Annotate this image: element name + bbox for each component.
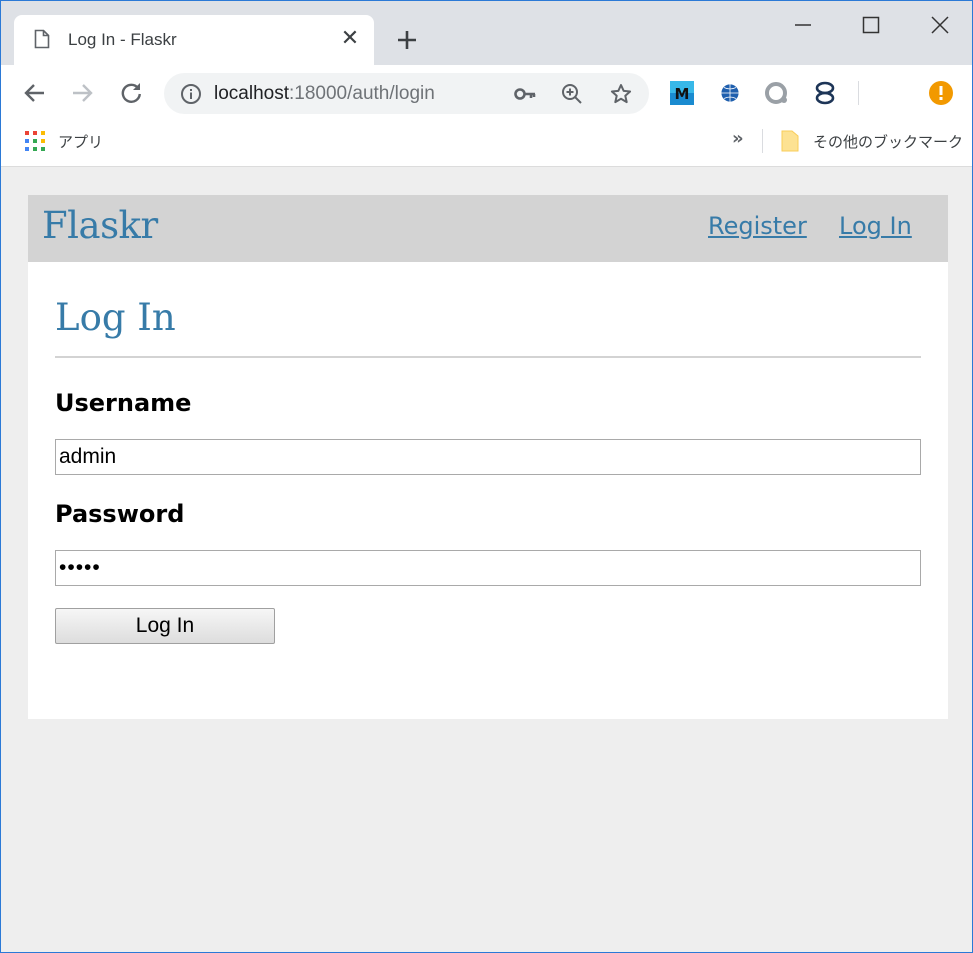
- bookmarks-divider: [762, 129, 763, 153]
- m-extension-icon[interactable]: M: [669, 80, 695, 106]
- register-link[interactable]: Register: [708, 212, 807, 240]
- minimize-icon[interactable]: [789, 11, 817, 39]
- password-label: Password: [55, 500, 185, 528]
- url-text: localhost:18000/auth/login: [214, 83, 435, 105]
- close-icon[interactable]: ✕: [339, 28, 361, 50]
- folder-icon[interactable]: [781, 130, 799, 152]
- login-link[interactable]: Log In: [839, 212, 912, 240]
- tab-title: Log In - Flaskr: [68, 30, 177, 49]
- browser-tab[interactable]: Log In - Flaskr ✕: [14, 15, 374, 65]
- more-bookmarks-icon[interactable]: »: [732, 128, 744, 149]
- header-divider: [55, 356, 921, 358]
- bookmarks-bar: アプリ » その他のブックマーク: [1, 121, 972, 167]
- swirl-extension-icon[interactable]: [764, 80, 790, 106]
- site-brand[interactable]: Flaskr: [42, 204, 158, 247]
- password-input[interactable]: [55, 550, 921, 586]
- username-input[interactable]: [55, 439, 921, 475]
- reload-icon[interactable]: [117, 79, 145, 107]
- info-icon[interactable]: [180, 83, 202, 105]
- login-submit-button[interactable]: Log In: [55, 608, 275, 644]
- plus-icon[interactable]: [393, 26, 421, 54]
- window-close-icon[interactable]: [926, 11, 954, 39]
- tab-strip: Log In - Flaskr ✕: [1, 1, 972, 65]
- url-path: :18000/auth/login: [289, 83, 435, 104]
- svg-text:M: M: [675, 85, 690, 103]
- username-label: Username: [55, 389, 192, 417]
- alert-icon[interactable]: [928, 80, 954, 106]
- apps-bookmark-label[interactable]: アプリ: [58, 131, 103, 152]
- browser-window: Log In - Flaskr ✕ localhost:18000/auth/l…: [0, 0, 973, 953]
- star-icon[interactable]: [609, 82, 633, 106]
- page-viewport: Flaskr Register Log In Log In Username P…: [1, 168, 972, 952]
- url-host: localhost: [214, 83, 289, 104]
- key-icon[interactable]: [513, 82, 537, 106]
- flaskr-page: Flaskr Register Log In Log In Username P…: [28, 195, 948, 719]
- forward-arrow-icon[interactable]: [68, 79, 96, 107]
- eight-extension-icon[interactable]: [812, 80, 838, 106]
- page-title: Log In: [55, 296, 176, 339]
- page-icon: [34, 29, 50, 49]
- maximize-icon[interactable]: [857, 11, 885, 39]
- back-arrow-icon[interactable]: [21, 79, 49, 107]
- apps-grid-icon[interactable]: [25, 131, 45, 151]
- other-bookmarks-label[interactable]: その他のブックマーク: [813, 131, 963, 152]
- toolbar-divider: [858, 81, 859, 105]
- browser-toolbar: localhost:18000/auth/login M: [1, 65, 972, 121]
- globe-extension-icon[interactable]: [717, 80, 743, 106]
- site-nav: Flaskr Register Log In: [28, 195, 948, 262]
- zoom-icon[interactable]: [560, 82, 584, 106]
- address-bar[interactable]: localhost:18000/auth/login: [164, 73, 649, 114]
